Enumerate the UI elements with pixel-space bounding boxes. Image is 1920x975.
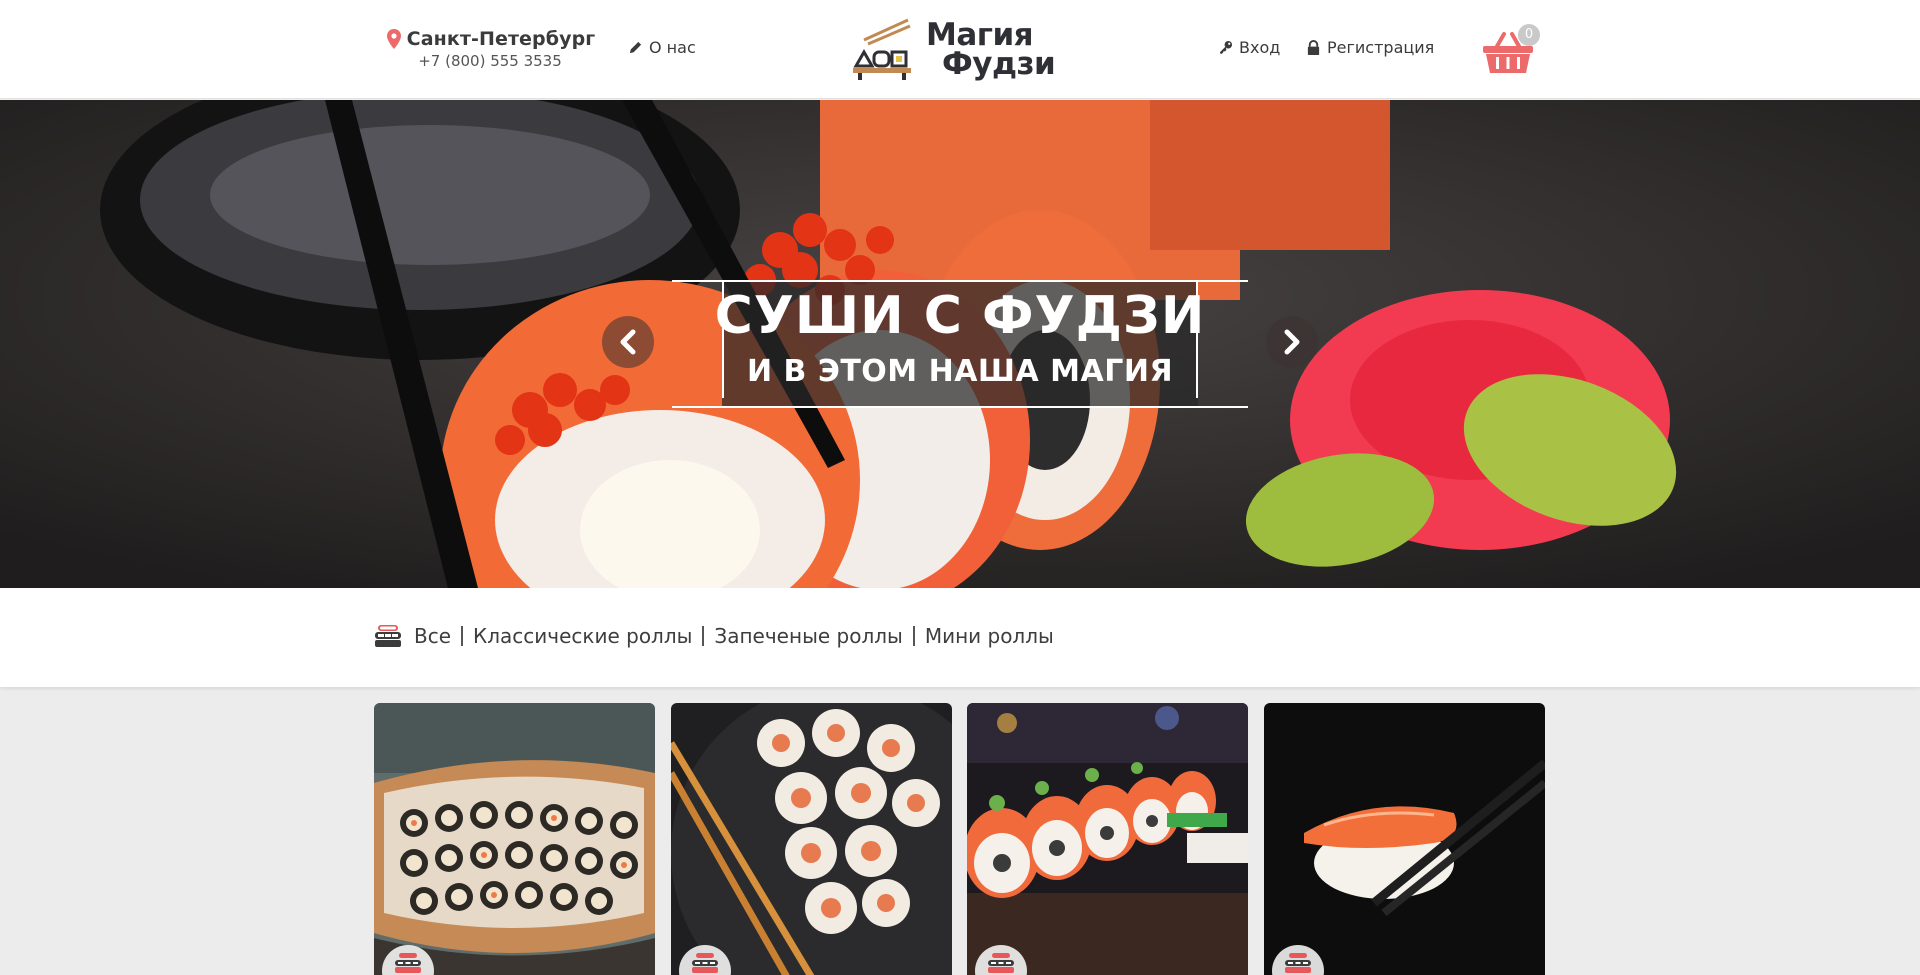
location-block[interactable]: Санкт-Петербург +7 (800) 555 3535 [374, 28, 606, 70]
about-link-label: О нас [649, 38, 696, 57]
sushi-badge-icon [692, 953, 718, 973]
product-image-salmon-nigiri [1264, 703, 1545, 975]
category-divider [912, 626, 915, 646]
site-header: Санкт-Петербург +7 (800) 555 3535 О нас … [0, 0, 1920, 99]
sushi-badge-icon [1285, 953, 1311, 973]
chevron-left-icon [620, 329, 636, 355]
category-divider [461, 626, 464, 646]
product-card[interactable] [967, 703, 1248, 975]
register-link[interactable]: Регистрация [1306, 38, 1434, 57]
city-name: Санкт-Петербург [406, 28, 596, 50]
category-classic-rolls[interactable]: Классические роллы [473, 624, 692, 648]
chevron-right-icon [1284, 329, 1300, 355]
register-label: Регистрация [1327, 38, 1435, 57]
cart-count-badge: 0 [1518, 24, 1540, 46]
phone-number[interactable]: +7 (800) 555 3535 [374, 52, 606, 70]
hero-title: СУШИ С ФУДЗИ [714, 286, 1206, 346]
logo-line-2: Фудзи [942, 46, 1056, 82]
category-nav: Все Классические роллы Запеченые роллы М… [0, 588, 1920, 687]
login-label: Вход [1239, 38, 1281, 57]
caption-top-line [672, 280, 1248, 282]
key-icon [1219, 40, 1233, 55]
product-card[interactable] [671, 703, 952, 975]
site-logo[interactable]: Магия Фудзи [850, 14, 1070, 86]
product-image-philadelphia-rolls [967, 703, 1248, 975]
sushi-icon [375, 625, 401, 647]
login-link[interactable]: Вход [1218, 38, 1280, 57]
map-pin-icon [386, 29, 401, 49]
slider-prev-button[interactable] [602, 316, 654, 368]
about-link[interactable]: О нас [628, 38, 696, 57]
cart-button[interactable]: 0 [1480, 22, 1542, 76]
slider-next-button[interactable] [1266, 316, 1318, 368]
logo-sushi-icon [853, 18, 911, 80]
pencil-icon [629, 41, 642, 54]
category-baked-rolls[interactable]: Запеченые роллы [714, 624, 902, 648]
product-card[interactable] [374, 703, 655, 975]
product-card[interactable] [1264, 703, 1545, 975]
lock-icon [1307, 40, 1320, 55]
product-grid [374, 703, 1546, 975]
hero-caption: СУШИ С ФУДЗИ И В ЭТОМ НАША МАГИЯ [672, 280, 1248, 408]
hero-subtitle: И В ЭТОМ НАША МАГИЯ [746, 354, 1174, 389]
hero-slider: СУШИ С ФУДЗИ И В ЭТОМ НАША МАГИЯ [0, 100, 1920, 588]
product-image-sushi-boat [374, 703, 655, 975]
caption-bottom-line [672, 406, 1248, 408]
product-image-california-rolls [671, 703, 952, 975]
sushi-badge-icon [988, 953, 1014, 973]
category-divider [702, 626, 705, 646]
category-mini-rolls[interactable]: Мини роллы [925, 624, 1054, 648]
sushi-badge-icon [395, 953, 421, 973]
category-all[interactable]: Все [414, 624, 451, 648]
